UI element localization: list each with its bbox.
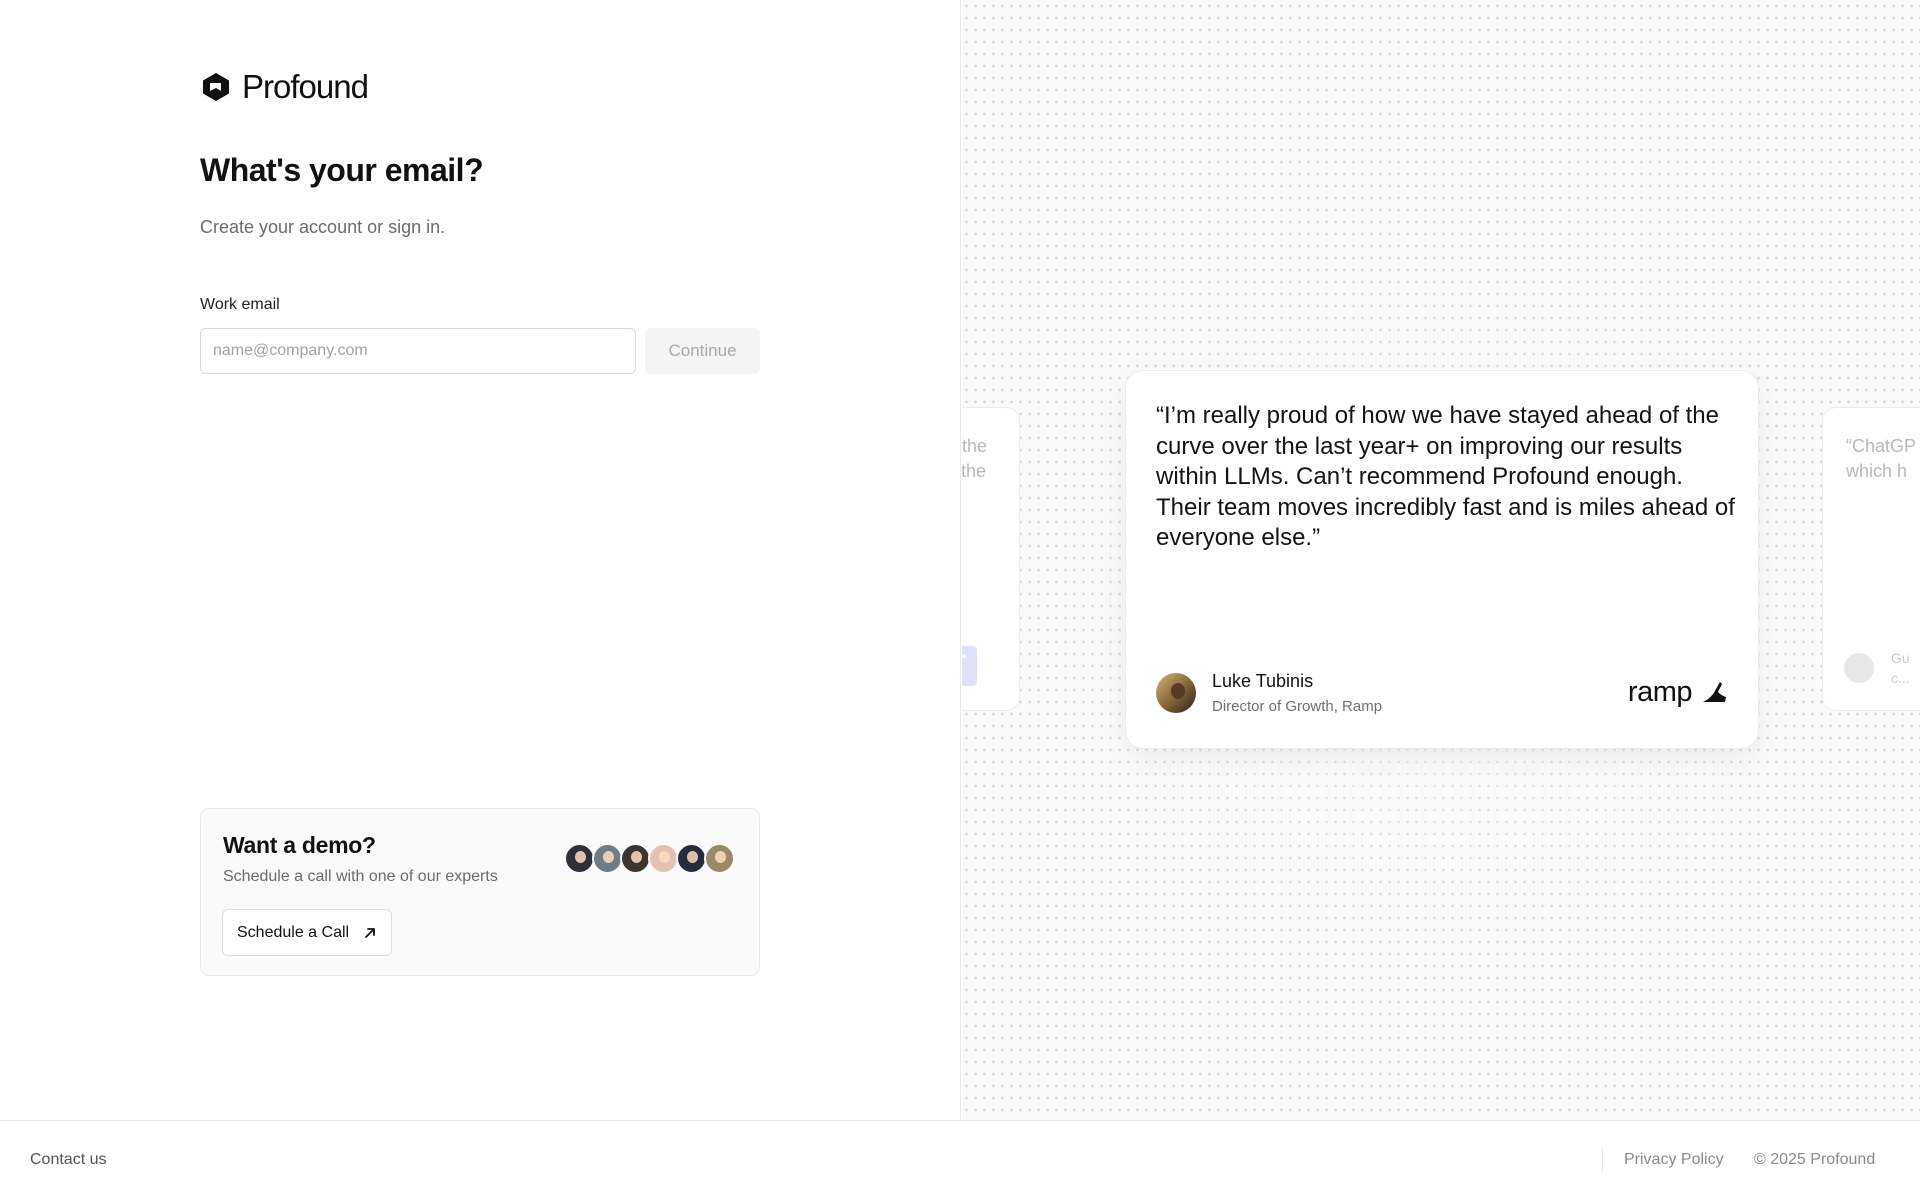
demo-subtitle: Schedule a call with one of our experts: [223, 868, 498, 885]
testimonial-author-name: Luke Tubinis: [1212, 671, 1314, 691]
avatar: [648, 843, 679, 874]
privacy-policy-link[interactable]: Privacy Policy: [1624, 1151, 1724, 1169]
auth-panel: Profound What's your email? Create your …: [0, 0, 961, 1120]
footer-divider: [1602, 1149, 1603, 1171]
next-quote-fragment: “ChatGP which h: [1846, 436, 1917, 481]
page-subtitle: Create your account or sign in.: [200, 217, 446, 237]
copyright-text: © 2025 Profound: [1754, 1151, 1876, 1168]
brand-logo[interactable]: Profound: [200, 68, 369, 106]
testimonial-card-next[interactable]: “ChatGP which h Gu c...: [1822, 407, 1920, 711]
footer: Contact us Privacy Policy © 2025 Profoun…: [0, 1120, 1920, 1200]
arrow-up-right-icon: [365, 927, 375, 938]
demo-card: Want a demo? Schedule a call with one of…: [200, 808, 760, 976]
ramp-logo-text: ramp: [1627, 676, 1693, 708]
avatar: [704, 843, 735, 874]
expert-avatars: [564, 843, 735, 874]
demo-title: Want a demo?: [223, 832, 376, 858]
previous-company-logo: T: [962, 646, 977, 686]
page-title: What's your email?: [200, 152, 484, 188]
testimonial-card-previous[interactable]: ded the ook the hey T: [962, 407, 1020, 711]
next-author-name: Gu c...: [1891, 650, 1910, 686]
schedule-call-label: Schedule a Call: [237, 923, 350, 941]
continue-button[interactable]: Continue: [645, 328, 760, 374]
ramp-mark-icon: [1703, 681, 1726, 702]
profound-logo-icon: [203, 73, 229, 101]
previous-quote-fragment: ded the ook the hey: [962, 436, 988, 481]
ramp-logo: ramp: [1628, 676, 1728, 709]
email-label: Work email: [200, 296, 280, 313]
testimonial-quote: “I’m really proud of how we have stayed …: [1156, 402, 1735, 551]
brand-name: Profound: [242, 68, 369, 105]
avatar: [592, 843, 623, 874]
schedule-call-button[interactable]: Schedule a Call: [222, 909, 393, 956]
testimonial-author-role: Director of Growth, Ramp: [1212, 698, 1383, 715]
email-field[interactable]: [200, 328, 636, 374]
testimonial-card: “I’m really proud of how we have stayed …: [1125, 370, 1759, 749]
avatar: [1156, 673, 1196, 713]
testimonial-panel: ded the ook the hey T “I’m really proud …: [962, 0, 1920, 1120]
contact-us-link[interactable]: Contact us: [30, 1151, 106, 1169]
avatar: [676, 843, 707, 874]
avatar: [620, 843, 651, 874]
next-author-avatar: [1844, 653, 1874, 683]
avatar: [564, 843, 595, 874]
